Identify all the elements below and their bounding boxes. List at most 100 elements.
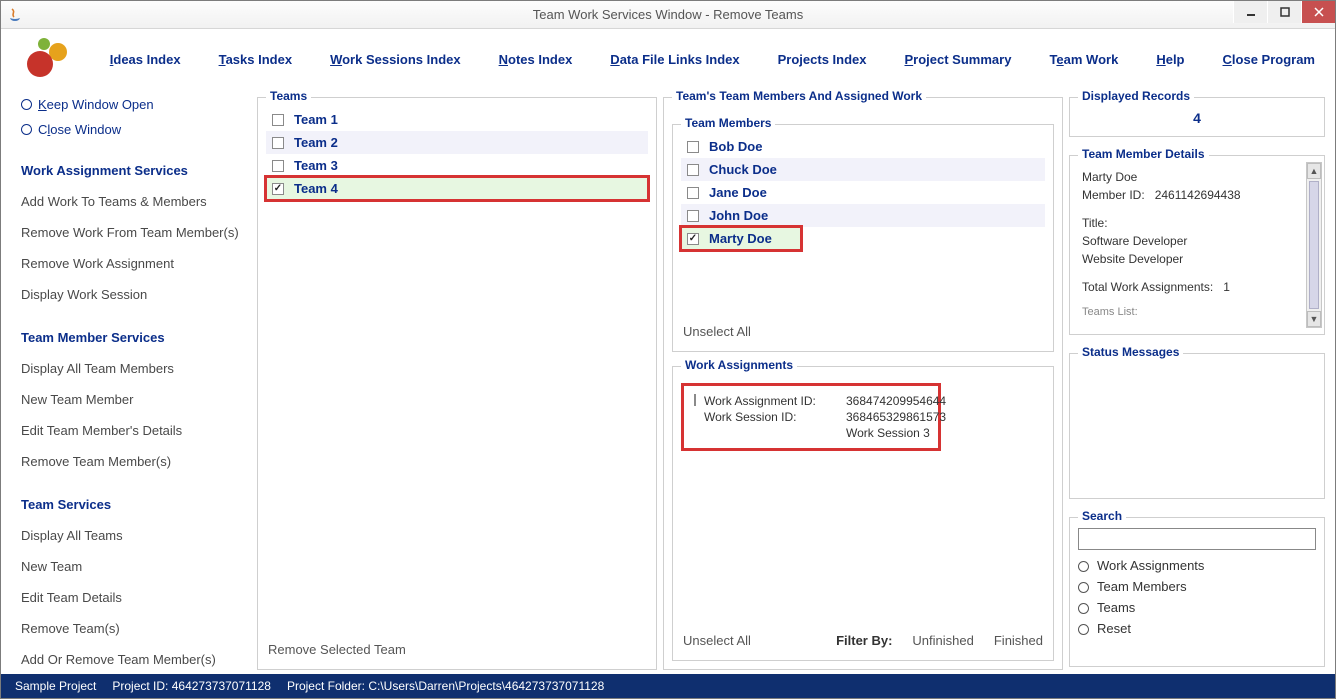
status-project-name: Sample Project bbox=[15, 679, 96, 693]
member-row-label: Chuck Doe bbox=[709, 162, 777, 177]
work-assignments-panel: Work Assignments Work Assignment ID:3684… bbox=[672, 366, 1054, 661]
team-row-4[interactable]: ✓ Team 4 bbox=[266, 177, 648, 200]
nav-new-team-member[interactable]: New Team Member bbox=[21, 388, 247, 411]
checkbox-icon[interactable] bbox=[272, 137, 284, 149]
filter-unfinished[interactable]: Unfinished bbox=[912, 633, 973, 648]
close-button[interactable] bbox=[1301, 1, 1335, 23]
team-members-panel: Team Members Bob DoeChuck DoeJane DoeJoh… bbox=[672, 124, 1054, 352]
checkbox-icon[interactable]: ✓ bbox=[687, 233, 699, 245]
menu-team-work[interactable]: Team Work bbox=[1049, 52, 1118, 67]
work-assignment-checkbox[interactable] bbox=[694, 394, 696, 406]
nav-edit-team-details[interactable]: Edit Team Details bbox=[21, 586, 247, 609]
status-messages-legend: Status Messages bbox=[1078, 345, 1183, 359]
team-row-2[interactable]: Team 2 bbox=[266, 131, 648, 154]
details-title-label: Title: bbox=[1082, 214, 1312, 232]
checkbox-icon[interactable] bbox=[272, 114, 284, 126]
left-sidebar: Keep Window Open Close Window Work Assig… bbox=[11, 89, 251, 670]
nav-remove-work-member[interactable]: Remove Work From Team Member(s) bbox=[21, 221, 247, 244]
radio-keep-window-open[interactable]: Keep Window Open bbox=[21, 97, 247, 112]
scroll-up-icon[interactable]: ▲ bbox=[1307, 163, 1321, 179]
member-row-label: John Doe bbox=[709, 208, 768, 223]
displayed-records-panel: Displayed Records 4 bbox=[1069, 97, 1325, 137]
details-twa-label: Total Work Assignments: bbox=[1082, 280, 1213, 294]
search-panel: Search Work Assignments Team Members Tea… bbox=[1069, 517, 1325, 667]
member-row-5[interactable]: ✓Marty Doe bbox=[681, 227, 801, 250]
heading-team-services: Team Services bbox=[21, 497, 247, 512]
nav-remove-team-members[interactable]: Remove Team Member(s) bbox=[21, 450, 247, 473]
scroll-down-icon[interactable]: ▼ bbox=[1307, 311, 1321, 327]
details-teams-list-label: Teams List: bbox=[1082, 304, 1312, 321]
menu-notes-index[interactable]: Notes Index bbox=[499, 52, 573, 67]
work-unselect-all[interactable]: Unselect All bbox=[683, 633, 751, 648]
work-assignment-item[interactable]: Work Assignment ID:368474209954644 Work … bbox=[681, 383, 941, 451]
search-opt-work-assignments[interactable]: Work Assignments bbox=[1078, 558, 1316, 573]
member-row-4[interactable]: John Doe bbox=[681, 204, 1045, 227]
member-row-2[interactable]: Chuck Doe bbox=[681, 158, 1045, 181]
statusbar: Sample Project Project ID: 4642737370711… bbox=[1, 674, 1335, 698]
filter-finished[interactable]: Finished bbox=[994, 633, 1043, 648]
team-members-legend: Team Members bbox=[681, 116, 775, 130]
search-opt-teams[interactable]: Teams bbox=[1078, 600, 1316, 615]
work-assignments-legend: Work Assignments bbox=[681, 358, 797, 372]
checkbox-icon[interactable]: ✓ bbox=[272, 183, 284, 195]
team-row-label: Team 2 bbox=[294, 135, 338, 150]
details-legend: Team Member Details bbox=[1078, 147, 1209, 161]
remove-selected-team-link[interactable]: Remove Selected Team bbox=[266, 638, 648, 661]
team-row-label: Team 3 bbox=[294, 158, 338, 173]
menu-close-program[interactable]: Close Program bbox=[1223, 52, 1315, 67]
menu-work-sessions[interactable]: Work Sessions Index bbox=[330, 52, 461, 67]
team-row-3[interactable]: Team 3 bbox=[266, 154, 648, 177]
displayed-records-value: 4 bbox=[1078, 108, 1316, 126]
details-memberid: 2461142694438 bbox=[1155, 188, 1241, 202]
titlebar: Team Work Services Window - Remove Teams bbox=[1, 1, 1335, 29]
team-member-details-panel: Team Member Details Marty Doe Member ID:… bbox=[1069, 155, 1325, 335]
nav-new-team[interactable]: New Team bbox=[21, 555, 247, 578]
menu-tasks-index[interactable]: Tasks Index bbox=[219, 52, 292, 67]
teams-panel: Teams Team 1Team 2Team 3✓Team 4 Remove S… bbox=[257, 97, 657, 670]
search-legend: Search bbox=[1078, 509, 1126, 523]
checkbox-icon[interactable] bbox=[272, 160, 284, 172]
nav-display-work-session[interactable]: Display Work Session bbox=[21, 283, 247, 306]
java-icon bbox=[7, 7, 23, 23]
details-scrollbar[interactable]: ▲ ▼ bbox=[1306, 162, 1322, 328]
menu-ideas-index[interactable]: Ideas Index bbox=[110, 52, 181, 67]
details-title-2: Website Developer bbox=[1082, 250, 1312, 268]
window-title: Team Work Services Window - Remove Teams bbox=[1, 7, 1335, 22]
status-projectid: 464273737071128 bbox=[172, 679, 271, 693]
member-row-label: Jane Doe bbox=[709, 185, 767, 200]
search-input[interactable] bbox=[1078, 528, 1316, 550]
nav-remove-work-assign[interactable]: Remove Work Assignment bbox=[21, 252, 247, 275]
wa-id-label: Work Assignment ID: bbox=[704, 394, 834, 408]
members-unselect-all[interactable]: Unselect All bbox=[681, 320, 1045, 343]
search-opt-team-members[interactable]: Team Members bbox=[1078, 579, 1316, 594]
heading-team-member-services: Team Member Services bbox=[21, 330, 247, 345]
menu-project-summary[interactable]: Project Summary bbox=[905, 52, 1012, 67]
radio-close-window[interactable]: Close Window bbox=[21, 122, 247, 137]
member-row-1[interactable]: Bob Doe bbox=[681, 135, 1045, 158]
details-twa-value: 1 bbox=[1223, 280, 1230, 294]
nav-edit-member-details[interactable]: Edit Team Member's Details bbox=[21, 419, 247, 442]
checkbox-icon[interactable] bbox=[687, 164, 699, 176]
nav-remove-teams[interactable]: Remove Team(s) bbox=[21, 617, 247, 640]
team-row-label: Team 4 bbox=[294, 181, 338, 196]
minimize-button[interactable] bbox=[1233, 1, 1267, 23]
menu-projects-index[interactable]: Projects Index bbox=[778, 52, 867, 67]
status-folder-label: Project Folder: bbox=[287, 679, 365, 693]
nav-add-work[interactable]: Add Work To Teams & Members bbox=[21, 190, 247, 213]
team-row-1[interactable]: Team 1 bbox=[266, 108, 648, 131]
ws-id-label: Work Session ID: bbox=[704, 410, 834, 424]
nav-display-all-teams[interactable]: Display All Teams bbox=[21, 524, 247, 547]
checkbox-icon[interactable] bbox=[687, 210, 699, 222]
search-opt-reset[interactable]: Reset bbox=[1078, 621, 1316, 636]
menu-help[interactable]: Help bbox=[1156, 52, 1184, 67]
maximize-button[interactable] bbox=[1267, 1, 1301, 23]
scroll-thumb[interactable] bbox=[1309, 181, 1319, 309]
members-work-panel: Team's Team Members And Assigned Work Te… bbox=[663, 97, 1063, 670]
nav-display-all-members[interactable]: Display All Team Members bbox=[21, 357, 247, 380]
details-name: Marty Doe bbox=[1082, 168, 1312, 186]
menu-data-file-links[interactable]: Data File Links Index bbox=[610, 52, 739, 67]
member-row-3[interactable]: Jane Doe bbox=[681, 181, 1045, 204]
checkbox-icon[interactable] bbox=[687, 187, 699, 199]
nav-add-remove-members[interactable]: Add Or Remove Team Member(s) bbox=[21, 648, 247, 671]
checkbox-icon[interactable] bbox=[687, 141, 699, 153]
